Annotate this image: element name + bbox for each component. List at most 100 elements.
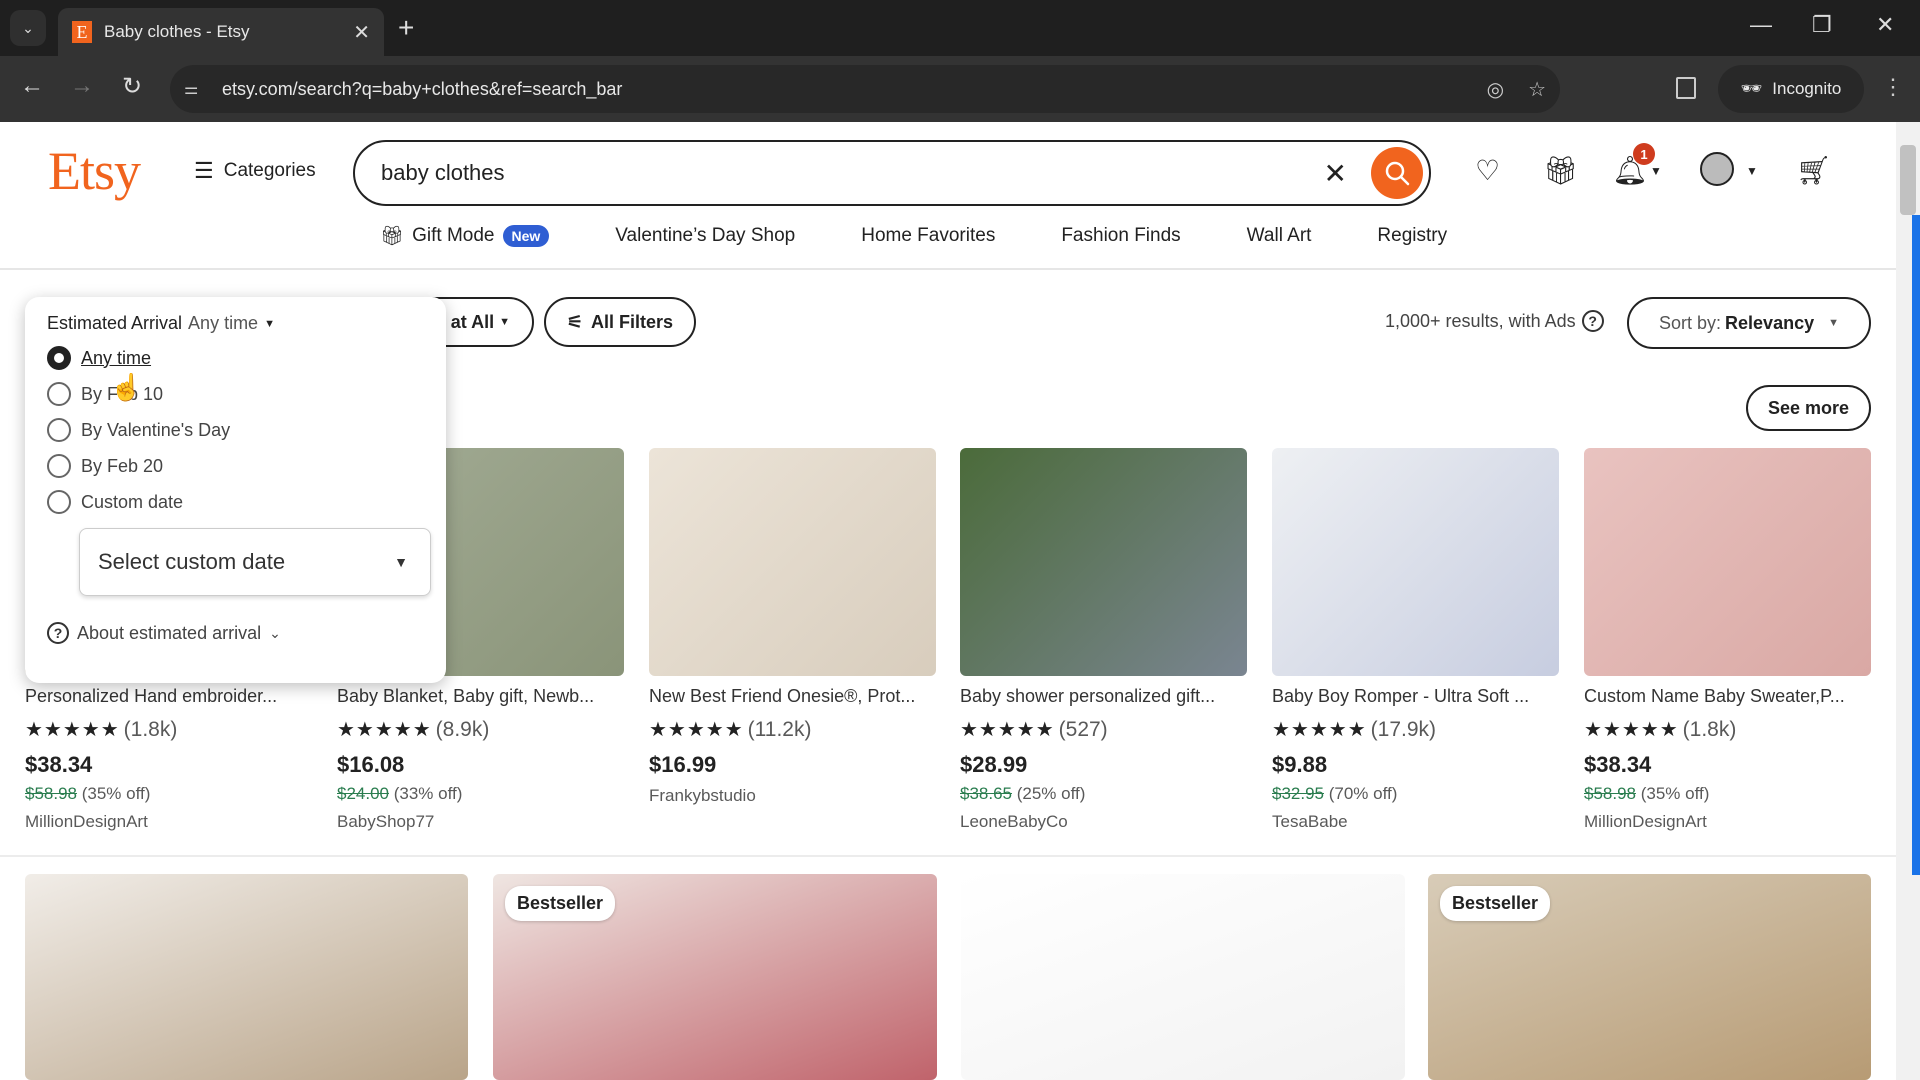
new-tab-button[interactable]: + (398, 12, 414, 44)
favorites-heart-icon[interactable]: ♡ (1475, 154, 1500, 187)
clear-search-icon[interactable]: ✕ (1324, 157, 1347, 190)
all-filters-button[interactable]: ⚟ All Filters (544, 297, 696, 347)
discount-percent: (33% off) (393, 784, 463, 803)
product-card[interactable] (25, 874, 468, 1080)
minimize-icon[interactable]: — (1750, 12, 1772, 38)
product-title[interactable]: Baby shower personalized gift... (960, 686, 1247, 707)
radio-button[interactable] (47, 454, 71, 478)
gift-icon[interactable]: 🎁︎ (1543, 154, 1579, 187)
sliders-icon: ⚟ (566, 311, 584, 332)
chevron-down-icon: ⌄ (22, 19, 34, 36)
nav-wall-art[interactable]: Wall Art (1247, 225, 1312, 247)
url-bar[interactable]: ⚌ etsy.com/search?q=baby+clothes&ref=sea… (170, 65, 1560, 113)
close-tab-icon[interactable]: ✕ (353, 20, 370, 45)
product-card[interactable]: Baby Boy Romper - Ultra Soft ... ★★★★★ (1… (1272, 448, 1559, 832)
close-window-icon[interactable]: ✕ (1876, 12, 1894, 38)
notifications-caret-icon[interactable]: ▼ (1650, 164, 1662, 178)
original-price: $58.98 (1584, 784, 1636, 803)
help-icon[interactable]: ? (1581, 310, 1604, 332)
radio-button[interactable] (47, 490, 71, 514)
about-estimated-arrival[interactable]: ? About estimated arrival ⌄ (47, 622, 424, 644)
back-icon[interactable]: ← (20, 72, 44, 100)
discount-percent: (25% off) (1016, 784, 1086, 803)
arrival-option-label: Any time (81, 347, 152, 368)
nav-valentines-day-shop[interactable]: Valentine’s Day Shop (615, 225, 795, 247)
browser-tab[interactable]: E Baby clothes - Etsy ✕ (58, 8, 384, 56)
rating-stars-icon: ★★★★★ (337, 719, 432, 741)
product-image[interactable] (649, 448, 936, 676)
arrival-option[interactable]: By Feb 10 (47, 376, 424, 412)
bookmark-star-icon[interactable]: ☆ (1528, 77, 1546, 102)
arrival-option[interactable]: By Valentine's Day (47, 412, 424, 448)
product-card[interactable] (961, 874, 1405, 1080)
radio-button[interactable] (47, 418, 71, 442)
nav-registry[interactable]: Registry (1377, 225, 1447, 247)
product-discount: $32.95 (70% off) (1272, 784, 1559, 804)
categories-button[interactable]: ☰ Categories (194, 158, 316, 184)
nav-fashion-finds[interactable]: Fashion Finds (1061, 225, 1180, 247)
shop-name[interactable]: TesaBabe (1272, 812, 1559, 832)
nav-label: Gift Mode (412, 225, 495, 246)
discount-percent: (70% off) (1328, 784, 1398, 803)
arrival-option[interactable]: By Feb 20 (47, 448, 424, 484)
product-card[interactable]: Bestseller (1428, 874, 1871, 1080)
product-image[interactable] (1584, 448, 1871, 676)
product-title[interactable]: Custom Name Baby Sweater,P... (1584, 686, 1871, 707)
product-rating: ★★★★★ (8.9k) (337, 717, 624, 742)
custom-date-select[interactable]: Select custom date ▼ (79, 528, 431, 596)
browser-menu-icon[interactable]: ⋮ (1882, 74, 1904, 100)
product-card[interactable]: Custom Name Baby Sweater,P... ★★★★★ (1.8k… (1584, 448, 1871, 832)
chevron-down-icon: ▼ (499, 316, 510, 328)
shop-name[interactable]: MillionDesignArt (25, 812, 312, 832)
product-image[interactable] (960, 448, 1247, 676)
scrollbar-thumb[interactable] (1900, 145, 1916, 215)
product-price: $16.99 (649, 752, 717, 777)
incognito-icon: 🕶 (1740, 79, 1763, 98)
shop-name[interactable]: LeoneBabyCo (960, 812, 1247, 832)
shop-name[interactable]: BabyShop77 (337, 812, 624, 832)
estimated-arrival-toggle[interactable]: Estimated Arrival Any time ▼ (47, 313, 424, 334)
sort-dropdown[interactable]: Sort by: Relevancy ▼ (1627, 297, 1871, 349)
review-count: (1.8k) (1682, 717, 1737, 741)
shop-name[interactable]: Frankybstudio (649, 786, 936, 806)
original-price: $58.98 (25, 784, 77, 803)
incognito-label: Incognito (1772, 79, 1842, 98)
product-image[interactable] (1272, 448, 1559, 676)
cart-icon[interactable]: 🛒︎ (1796, 154, 1832, 187)
rating-stars-icon: ★★★★★ (960, 719, 1055, 741)
account-avatar[interactable] (1700, 152, 1734, 186)
eye-off-icon[interactable]: ◎ (1487, 77, 1504, 102)
radio-button[interactable] (47, 382, 71, 406)
search-button[interactable] (1371, 147, 1423, 199)
product-card[interactable]: Baby shower personalized gift... ★★★★★ (5… (960, 448, 1247, 832)
etsy-logo[interactable]: Etsy (48, 140, 141, 202)
forward-icon[interactable]: → (70, 72, 94, 100)
arrival-option[interactable]: Any time (47, 340, 424, 376)
radio-button[interactable] (47, 346, 71, 370)
restore-icon[interactable]: ❐ (1812, 12, 1832, 38)
site-info-icon[interactable]: ⚌ (184, 79, 208, 99)
incognito-indicator[interactable]: 🕶 Incognito (1718, 65, 1864, 113)
product-title[interactable]: Personalized Hand embroider... (25, 686, 312, 707)
arrival-option-label: By Valentine's Day (81, 419, 231, 440)
arrival-option[interactable]: Custom date (47, 484, 424, 520)
side-panel-icon[interactable] (1676, 77, 1696, 99)
nav-home-favorites[interactable]: Home Favorites (861, 225, 995, 247)
review-count: (1.8k) (123, 717, 178, 741)
account-caret-icon[interactable]: ▼ (1746, 164, 1758, 178)
original-price: $32.95 (1272, 784, 1324, 803)
url-text[interactable]: etsy.com/search?q=baby+clothes&ref=searc… (222, 79, 1463, 100)
product-title[interactable]: Baby Blanket, Baby gift, Newb... (337, 686, 624, 707)
shop-name[interactable]: MillionDesignArt (1584, 812, 1871, 832)
review-count: (11.2k) (747, 717, 812, 741)
product-card[interactable]: Bestseller (493, 874, 937, 1080)
reload-icon[interactable]: ↻ (122, 72, 142, 101)
search-input[interactable] (381, 160, 1324, 186)
product-title[interactable]: New Best Friend Onesie®, Prot... (649, 686, 936, 707)
product-card[interactable]: New Best Friend Onesie®, Prot... ★★★★★ (1… (649, 448, 936, 806)
see-more-button[interactable]: See more (1746, 385, 1871, 431)
tab-list-button[interactable]: ⌄ (10, 10, 46, 46)
nav-gift-mode[interactable]: 🎁︎ Gift Mode New (380, 224, 550, 248)
product-title[interactable]: Baby Boy Romper - Ultra Soft ... (1272, 686, 1559, 707)
bestseller-badge: Bestseller (505, 886, 616, 921)
